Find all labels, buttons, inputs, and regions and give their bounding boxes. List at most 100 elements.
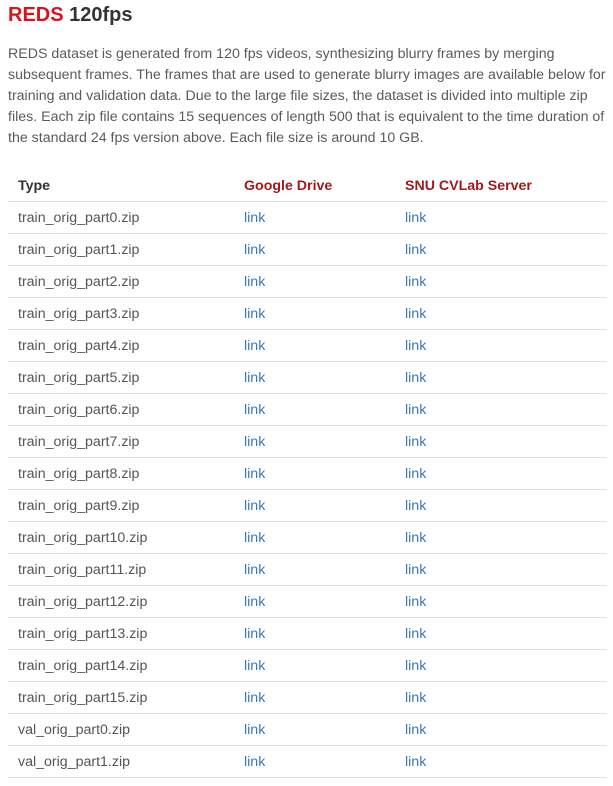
file-name-cell: train_orig_part15.zip	[8, 681, 234, 714]
google-drive-link[interactable]: link	[244, 338, 265, 354]
google-drive-link[interactable]: link	[244, 626, 265, 642]
file-name-cell: train_orig_part2.zip	[8, 265, 234, 298]
table-row: train_orig_part14.zip link link	[8, 649, 607, 682]
file-name-cell: train_orig_part0.zip	[8, 201, 234, 234]
snu-server-cell: link	[395, 329, 607, 362]
google-drive-link[interactable]: link	[244, 754, 265, 770]
snu-server-link[interactable]: link	[405, 626, 426, 642]
google-drive-link[interactable]: link	[244, 306, 265, 322]
table-row: train_orig_part0.zip link link	[8, 201, 607, 234]
google-drive-cell: link	[234, 425, 395, 458]
google-drive-cell: link	[234, 521, 395, 554]
google-drive-cell: link	[234, 361, 395, 394]
snu-server-link[interactable]: link	[405, 338, 426, 354]
column-header-type: Type	[18, 177, 51, 194]
snu-server-cell: link	[395, 585, 607, 618]
snu-server-cell: link	[395, 553, 607, 586]
column-header-snu-server: SNU CVLab Server	[405, 177, 532, 194]
snu-server-link[interactable]: link	[405, 722, 426, 738]
snu-server-link[interactable]: link	[405, 210, 426, 226]
file-name-cell: train_orig_part6.zip	[8, 393, 234, 426]
table-row: val_orig_part1.zip link link	[8, 745, 607, 778]
table-row: train_orig_part4.zip link link	[8, 329, 607, 362]
file-name-cell: train_orig_part8.zip	[8, 457, 234, 490]
google-drive-cell: link	[234, 233, 395, 266]
table-row: train_orig_part2.zip link link	[8, 265, 607, 298]
file-name-cell: train_orig_part12.zip	[8, 585, 234, 618]
google-drive-link[interactable]: link	[244, 370, 265, 386]
file-name-cell: train_orig_part3.zip	[8, 297, 234, 330]
snu-server-link[interactable]: link	[405, 242, 426, 258]
file-name-cell: val_orig_part0.zip	[8, 713, 234, 746]
google-drive-link[interactable]: link	[244, 690, 265, 706]
snu-server-cell: link	[395, 745, 607, 778]
google-drive-link[interactable]: link	[244, 434, 265, 450]
snu-server-cell: link	[395, 297, 607, 330]
google-drive-cell: link	[234, 585, 395, 618]
snu-server-cell: link	[395, 713, 607, 746]
google-drive-cell: link	[234, 201, 395, 234]
table-header-row: Type Google Drive SNU CVLab Server	[8, 170, 607, 202]
table-row: train_orig_part5.zip link link	[8, 361, 607, 394]
snu-server-cell: link	[395, 265, 607, 298]
google-drive-link[interactable]: link	[244, 594, 265, 610]
google-drive-link[interactable]: link	[244, 498, 265, 514]
google-drive-cell: link	[234, 617, 395, 650]
snu-server-cell: link	[395, 361, 607, 394]
google-drive-cell: link	[234, 553, 395, 586]
google-drive-cell: link	[234, 713, 395, 746]
snu-server-cell: link	[395, 649, 607, 682]
table-row: train_orig_part6.zip link link	[8, 393, 607, 426]
snu-server-link[interactable]: link	[405, 594, 426, 610]
google-drive-cell: link	[234, 329, 395, 362]
snu-server-cell: link	[395, 233, 607, 266]
google-drive-link[interactable]: link	[244, 562, 265, 578]
google-drive-cell: link	[234, 681, 395, 714]
google-drive-cell: link	[234, 265, 395, 298]
google-drive-cell: link	[234, 649, 395, 682]
google-drive-cell: link	[234, 745, 395, 778]
snu-server-link[interactable]: link	[405, 658, 426, 674]
table-body: train_orig_part0.zip link link train_orig_p…	[8, 201, 607, 778]
google-drive-link[interactable]: link	[244, 402, 265, 418]
snu-server-cell: link	[395, 201, 607, 234]
table-row: train_orig_part9.zip link link	[8, 489, 607, 522]
snu-server-link[interactable]: link	[405, 402, 426, 418]
snu-server-link[interactable]: link	[405, 434, 426, 450]
page: REDS 120fps REDS dataset is generated fr…	[0, 0, 613, 786]
google-drive-link[interactable]: link	[244, 242, 265, 258]
table-row: train_orig_part13.zip link link	[8, 617, 607, 650]
column-header-google-drive: Google Drive	[244, 177, 333, 194]
snu-server-link[interactable]: link	[405, 274, 426, 290]
snu-server-link[interactable]: link	[405, 466, 426, 482]
snu-server-cell: link	[395, 617, 607, 650]
section-description: REDS dataset is generated from 120 fps v…	[8, 46, 606, 146]
snu-server-link[interactable]: link	[405, 370, 426, 386]
snu-server-link[interactable]: link	[405, 754, 426, 770]
file-name-cell: train_orig_part7.zip	[8, 425, 234, 458]
table-row: train_orig_part12.zip link link	[8, 585, 607, 618]
file-name-cell: train_orig_part4.zip	[8, 329, 234, 362]
section-title: REDS 120fps	[8, 2, 133, 28]
google-drive-cell: link	[234, 457, 395, 490]
google-drive-link[interactable]: link	[244, 722, 265, 738]
snu-server-link[interactable]: link	[405, 498, 426, 514]
table-row: train_orig_part3.zip link link	[8, 297, 607, 330]
table-row: train_orig_part15.zip link link	[8, 681, 607, 714]
file-name-cell: train_orig_part10.zip	[8, 521, 234, 554]
google-drive-link[interactable]: link	[244, 210, 265, 226]
google-drive-link[interactable]: link	[244, 466, 265, 482]
file-name-cell: val_orig_part1.zip	[8, 745, 234, 778]
google-drive-link[interactable]: link	[244, 530, 265, 546]
table-row: train_orig_part8.zip link link	[8, 457, 607, 490]
snu-server-link[interactable]: link	[405, 530, 426, 546]
snu-server-link[interactable]: link	[405, 690, 426, 706]
google-drive-link[interactable]: link	[244, 274, 265, 290]
snu-server-link[interactable]: link	[405, 562, 426, 578]
snu-server-link[interactable]: link	[405, 306, 426, 322]
file-name-cell: train_orig_part11.zip	[8, 553, 234, 586]
google-drive-link[interactable]: link	[244, 658, 265, 674]
section-title-accent: REDS	[8, 4, 64, 26]
file-name-cell: train_orig_part1.zip	[8, 233, 234, 266]
snu-server-cell: link	[395, 393, 607, 426]
